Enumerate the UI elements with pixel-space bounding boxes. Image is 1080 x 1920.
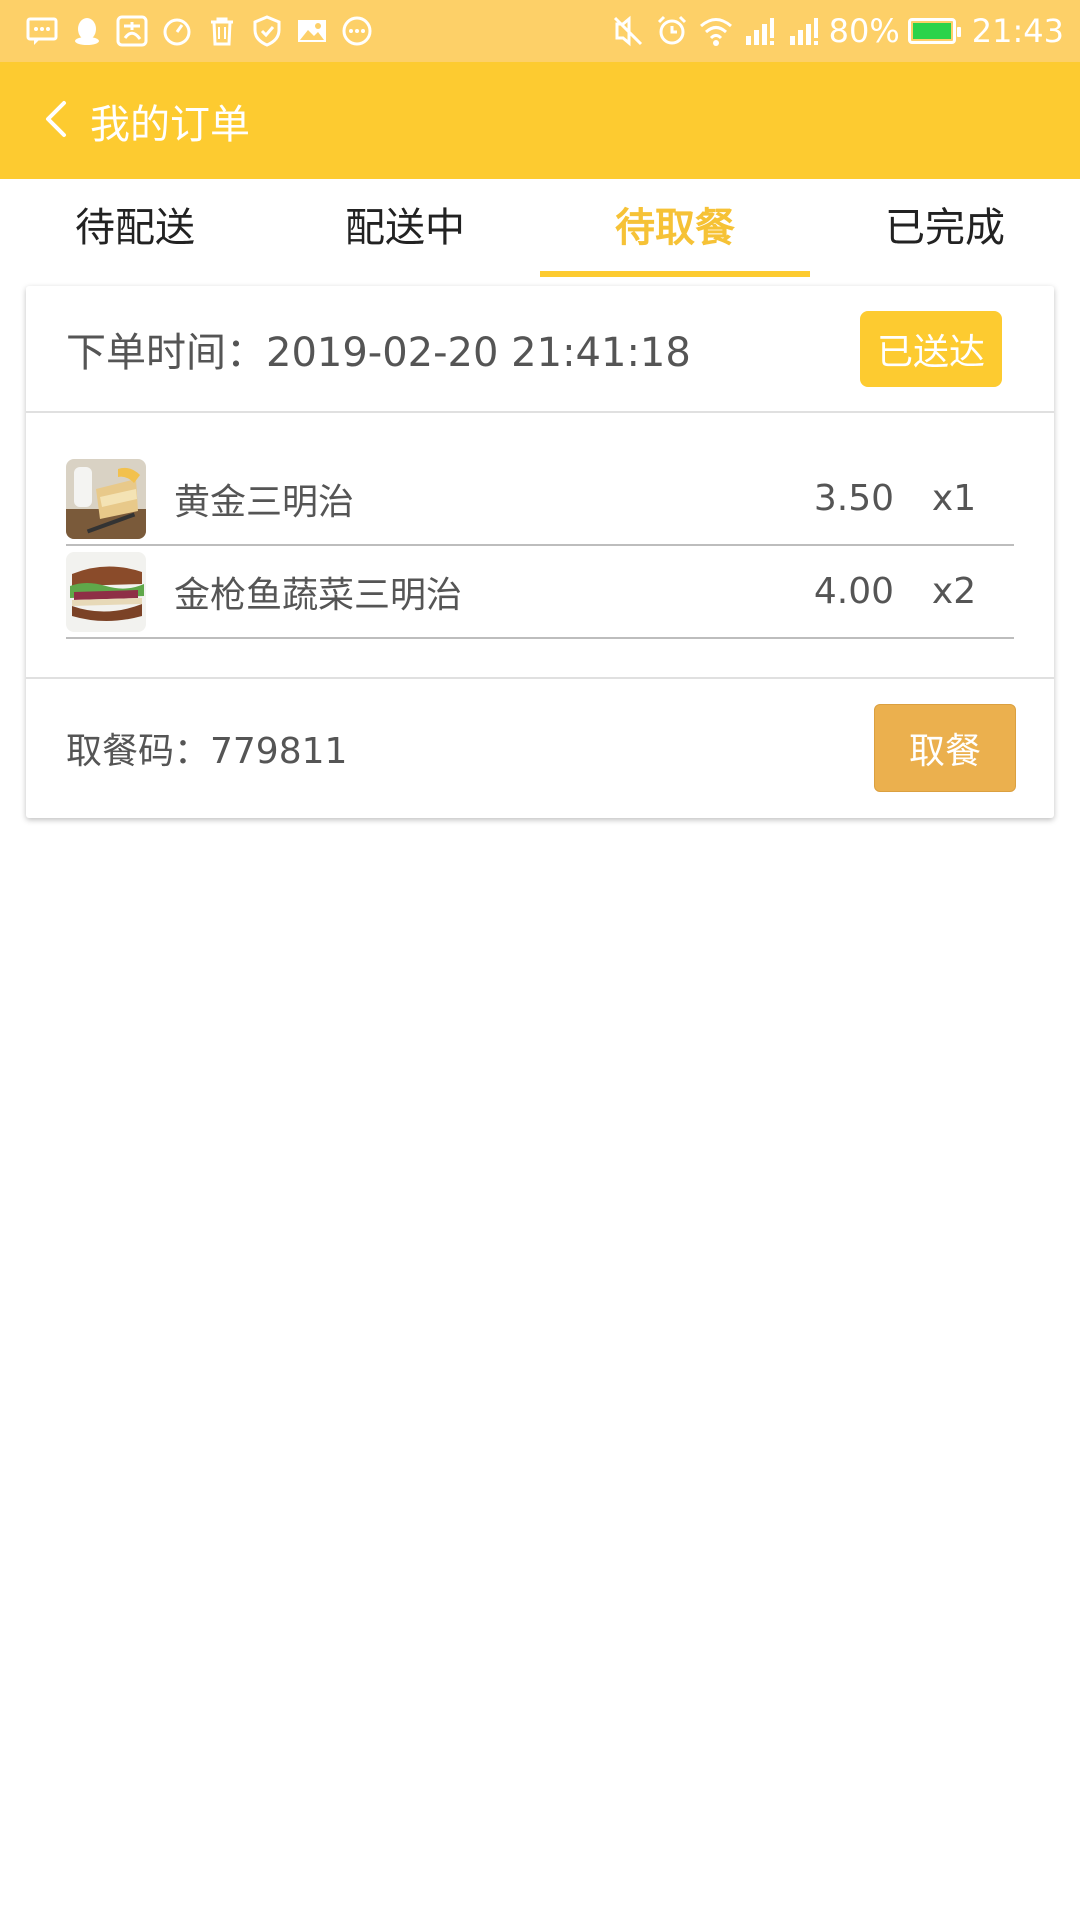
page-title: 我的订单 <box>90 101 250 148</box>
tuna-sandwich-thumbnail <box>66 551 146 632</box>
system-indicators: 80% 21:43 <box>601 12 1064 50</box>
back-button[interactable] <box>38 98 74 144</box>
notification-icons <box>24 13 384 49</box>
battery-icon <box>907 18 961 44</box>
item-name: 黄金三明治 <box>174 481 355 523</box>
alarm-icon <box>655 14 689 48</box>
message-icon <box>24 13 60 49</box>
order-card: 下单时间：2019-02-20 21:41:18 已送达 黄金三明治 3.50 … <box>26 286 1054 818</box>
chat-bubble-icon <box>339 13 375 49</box>
item-quantity: x1 <box>931 478 977 519</box>
order-card-footer: 取餐码：779811 取餐 <box>26 679 1054 816</box>
battery-percent: 80% <box>828 12 900 50</box>
stopwatch-icon <box>159 13 195 49</box>
qq-penguin-icon <box>69 13 105 49</box>
order-tabs: 待配送 配送中 待取餐 已完成 <box>0 179 1080 279</box>
order-time: 下单时间：2019-02-20 21:41:18 <box>66 329 691 376</box>
mute-icon <box>611 14 645 48</box>
trash-icon <box>204 13 240 49</box>
status-bar: 80% 21:43 <box>0 0 1080 62</box>
item-quantity: x2 <box>931 571 977 612</box>
item-name: 金枪鱼蔬菜三明治 <box>174 574 463 616</box>
item-price: 4.00 <box>813 571 894 612</box>
item-price: 3.50 <box>813 478 894 519</box>
list-item: 黄金三明治 3.50 x1 <box>66 453 1014 546</box>
clock: 21:43 <box>971 12 1064 50</box>
shield-icon <box>249 13 285 49</box>
tab-pending-delivery[interactable]: 待配送 <box>0 179 270 279</box>
tab-awaiting-pickup[interactable]: 待取餐 <box>540 179 810 279</box>
pickup-code: 取餐码：779811 <box>66 730 348 772</box>
tab-delivering[interactable]: 配送中 <box>270 179 540 279</box>
wifi-icon <box>699 14 733 48</box>
signal-icon <box>787 14 821 48</box>
sandwich-thumbnail <box>66 458 146 539</box>
status-badge: 已送达 <box>860 310 1002 387</box>
image-icon <box>294 13 330 49</box>
app-header: 我的订单 <box>0 62 1080 179</box>
pickup-button[interactable]: 取餐 <box>874 703 1016 792</box>
tab-completed[interactable]: 已完成 <box>810 179 1080 279</box>
order-card-header: 下单时间：2019-02-20 21:41:18 已送达 <box>26 286 1054 413</box>
signal-icon <box>743 14 777 48</box>
list-item: 金枪鱼蔬菜三明治 4.00 x2 <box>66 546 1014 639</box>
chevron-left-icon <box>38 98 74 144</box>
order-items: 黄金三明治 3.50 x1 金枪鱼蔬菜三明治 4.00 x2 <box>26 413 1054 679</box>
alipay-icon <box>114 13 150 49</box>
